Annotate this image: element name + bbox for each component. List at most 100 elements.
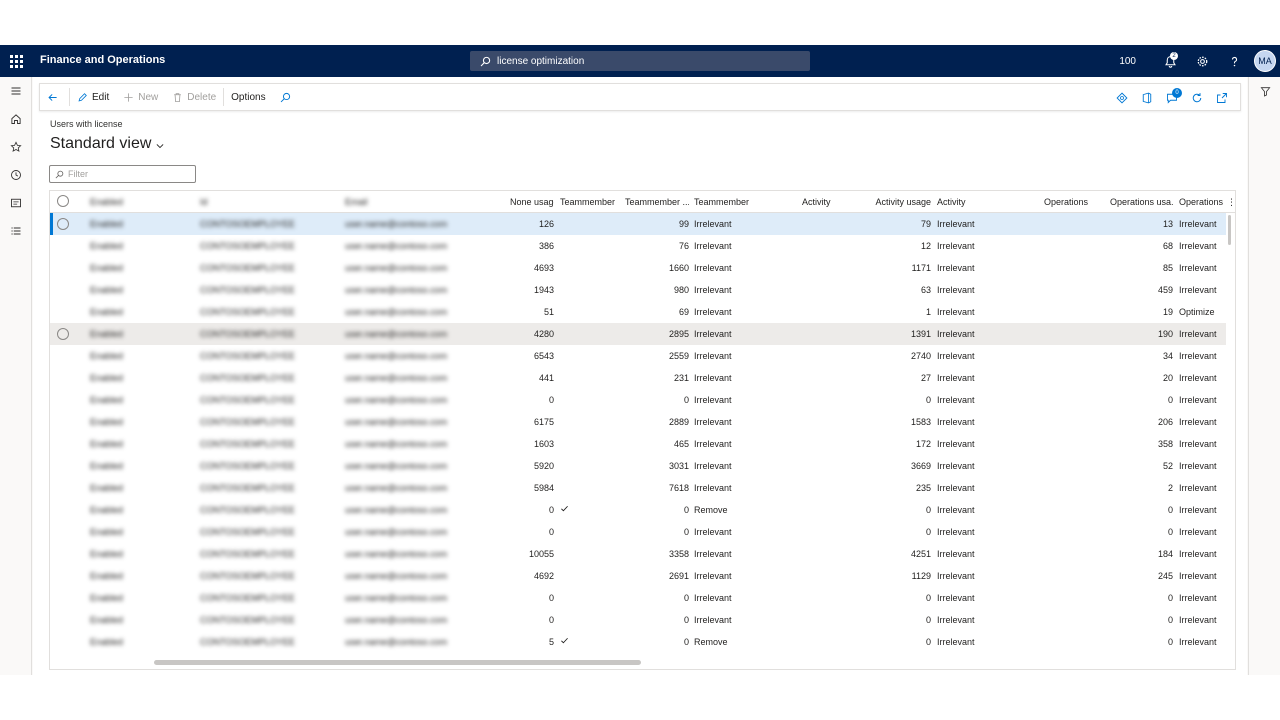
column-header[interactable]: Email bbox=[345, 197, 505, 207]
vertical-scrollbar[interactable] bbox=[1228, 215, 1231, 245]
open-new-window-button[interactable] bbox=[1209, 84, 1234, 112]
notifications-button[interactable]: 2 bbox=[1154, 45, 1186, 77]
table-row[interactable]: Enabled CONTOSOEMPLOYEE user.name@contoso.… bbox=[50, 565, 1226, 587]
column-header[interactable]: Teammember bbox=[694, 197, 764, 207]
email-cell: user.name@contoso.com bbox=[345, 263, 448, 273]
nav-recent-button[interactable] bbox=[0, 161, 32, 189]
global-search-input[interactable]: license optimization bbox=[470, 51, 810, 71]
column-header[interactable]: Activity usage bbox=[870, 197, 931, 207]
activity-status-cell: Irrelevant bbox=[937, 395, 975, 405]
table-row[interactable]: Enabled CONTOSOEMPLOYEE user.name@contoso.… bbox=[50, 301, 1226, 323]
table-row[interactable]: Enabled CONTOSOEMPLOYEE user.name@contoso.… bbox=[50, 455, 1226, 477]
operations-status-cell: Irrelevant bbox=[1179, 527, 1217, 537]
table-row[interactable]: Enabled CONTOSOEMPLOYEE user.name@contoso.… bbox=[50, 433, 1226, 455]
filter-pane-button[interactable] bbox=[1249, 77, 1280, 105]
checkmark-icon bbox=[561, 637, 568, 644]
column-header[interactable]: Teammember ... bbox=[625, 197, 689, 207]
column-header[interactable]: Operations usa... bbox=[1110, 197, 1173, 207]
teammember-status-cell: Irrelevant bbox=[694, 527, 732, 537]
options-tab[interactable]: Options bbox=[224, 83, 272, 111]
column-header[interactable]: Teammember bbox=[560, 197, 620, 207]
new-button[interactable]: New bbox=[116, 83, 165, 111]
delete-button[interactable]: Delete bbox=[165, 83, 223, 111]
row-select-radio[interactable] bbox=[57, 218, 69, 230]
view-selector[interactable]: Standard view bbox=[50, 135, 165, 153]
table-row[interactable]: Enabled CONTOSOEMPLOYEE user.name@contoso.… bbox=[50, 235, 1226, 257]
table-row[interactable]: Enabled CONTOSOEMPLOYEE user.name@contoso.… bbox=[50, 279, 1226, 301]
back-button[interactable] bbox=[40, 83, 69, 111]
activity-status-cell: Irrelevant bbox=[937, 615, 975, 625]
table-row[interactable]: Enabled CONTOSOEMPLOYEE user.name@contoso.… bbox=[50, 345, 1226, 367]
column-header[interactable]: Operations bbox=[1044, 197, 1104, 207]
nav-favorites-button[interactable] bbox=[0, 133, 32, 161]
chevron-down-icon bbox=[156, 143, 164, 148]
nav-home-button[interactable] bbox=[0, 105, 32, 133]
activity-status-cell: Irrelevant bbox=[937, 461, 975, 471]
settings-button[interactable] bbox=[1186, 45, 1218, 77]
select-all-radio[interactable] bbox=[57, 195, 69, 207]
column-header[interactable]: Id bbox=[200, 197, 330, 207]
table-row[interactable]: Enabled CONTOSOEMPLOYEE user.name@contoso.… bbox=[50, 477, 1226, 499]
nav-workspaces-button[interactable] bbox=[0, 189, 32, 217]
power-apps-button[interactable] bbox=[1109, 84, 1134, 112]
table-row[interactable]: Enabled CONTOSOEMPLOYEE user.name@contoso.… bbox=[50, 587, 1226, 609]
teammember-usage-cell: 231 bbox=[673, 373, 689, 383]
table-row[interactable]: Enabled CONTOSOEMPLOYEE user.name@contoso.… bbox=[50, 521, 1226, 543]
office-button[interactable] bbox=[1134, 84, 1159, 112]
top-nav-bar: Finance and Operations license optimizat… bbox=[0, 45, 1280, 77]
table-row[interactable]: Enabled CONTOSOEMPLOYEE user.name@contoso.… bbox=[50, 411, 1226, 433]
table-row[interactable]: Enabled CONTOSOEMPLOYEE user.name@contoso.… bbox=[50, 257, 1226, 279]
app-title[interactable]: Finance and Operations bbox=[40, 54, 165, 66]
teammember-usage-cell: 1660 bbox=[668, 263, 689, 273]
row-select-radio[interactable] bbox=[57, 328, 69, 340]
refresh-button[interactable] bbox=[1184, 84, 1209, 112]
table-row[interactable]: Enabled CONTOSOEMPLOYEE user.name@contoso.… bbox=[50, 213, 1226, 235]
diamond-icon bbox=[1115, 92, 1128, 104]
pencil-icon bbox=[78, 92, 87, 102]
page-caption: Users with license bbox=[50, 119, 123, 129]
column-overflow-icon[interactable]: ⋮ bbox=[1227, 197, 1235, 208]
activity-usage-cell: 0 bbox=[925, 615, 931, 625]
help-button[interactable] bbox=[1218, 45, 1250, 77]
nav-modules-button[interactable] bbox=[0, 217, 32, 245]
table-row[interactable]: Enabled CONTOSOEMPLOYEE user.name@contoso.… bbox=[50, 389, 1226, 411]
operations-status-cell: Irrelevant bbox=[1179, 263, 1217, 273]
user-cell: Enabled bbox=[90, 549, 124, 559]
table-row[interactable]: Enabled CONTOSOEMPLOYEE user.name@contoso.… bbox=[50, 609, 1226, 631]
column-header[interactable]: Enabled bbox=[90, 197, 150, 207]
company-picker[interactable]: 100 bbox=[1119, 56, 1136, 67]
attachments-button[interactable]: 0 bbox=[1159, 84, 1184, 112]
activity-status-cell: Irrelevant bbox=[937, 351, 975, 361]
app-launcher-icon[interactable] bbox=[8, 53, 24, 69]
operations-status-cell: Irrelevant bbox=[1179, 439, 1217, 449]
column-header[interactable]: Activity bbox=[937, 197, 1007, 207]
table-row[interactable]: Enabled CONTOSOEMPLOYEE user.name@contoso.… bbox=[50, 543, 1226, 565]
horizontal-scrollbar[interactable] bbox=[154, 660, 641, 665]
teammember-usage-cell: 0 bbox=[683, 593, 689, 603]
email-cell: user.name@contoso.com bbox=[345, 505, 448, 515]
user-avatar[interactable]: MA bbox=[1254, 50, 1276, 72]
nav-expand-button[interactable] bbox=[0, 77, 32, 105]
table-row[interactable]: Enabled CONTOSOEMPLOYEE user.name@contoso.… bbox=[50, 323, 1226, 345]
column-header[interactable]: None usage bbox=[510, 197, 554, 207]
right-filter-pane bbox=[1248, 77, 1280, 675]
table-row[interactable]: Enabled CONTOSOEMPLOYEE user.name@contoso.… bbox=[50, 499, 1226, 521]
operations-status-cell: Optimize bbox=[1179, 307, 1215, 317]
table-row[interactable]: Enabled CONTOSOEMPLOYEE user.name@contoso.… bbox=[50, 367, 1226, 389]
email-cell: user.name@contoso.com bbox=[345, 615, 448, 625]
column-header[interactable]: Activity bbox=[802, 197, 872, 207]
table-row[interactable]: Enabled CONTOSOEMPLOYEE user.name@contoso.… bbox=[50, 631, 1226, 653]
teammember-status-cell: Remove bbox=[694, 505, 728, 515]
teammember-usage-cell: 2889 bbox=[668, 417, 689, 427]
quick-filter-input[interactable]: Filter bbox=[49, 165, 196, 183]
activity-usage-cell: 3669 bbox=[910, 461, 931, 471]
teammember-check-cell bbox=[560, 636, 620, 647]
new-button-label: New bbox=[138, 91, 159, 103]
action-search-button[interactable] bbox=[273, 83, 302, 111]
activity-usage-cell: 1583 bbox=[910, 417, 931, 427]
edit-button[interactable]: Edit bbox=[70, 83, 116, 111]
activity-usage-cell: 0 bbox=[925, 395, 931, 405]
activity-status-cell: Irrelevant bbox=[937, 439, 975, 449]
global-search-value: license optimization bbox=[497, 55, 585, 67]
column-header[interactable]: Operations bbox=[1179, 197, 1223, 207]
